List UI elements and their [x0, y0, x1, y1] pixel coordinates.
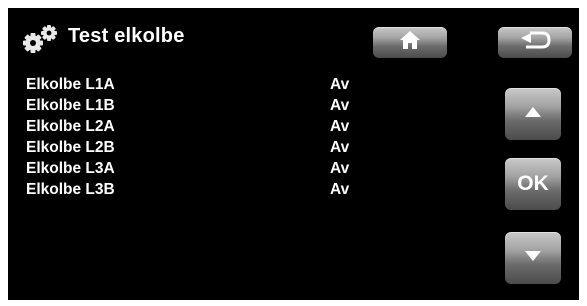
- list-item[interactable]: Elkolbe L2B Av: [26, 137, 366, 158]
- screen: Test elkolbe Elkolbe L1A Av Elkolbe L1B …: [8, 8, 579, 300]
- list-item[interactable]: Elkolbe L3A Av: [26, 158, 366, 179]
- item-value: Av: [330, 76, 350, 93]
- item-label: Elkolbe L2A: [26, 118, 115, 135]
- item-label: Elkolbe L1B: [26, 97, 115, 114]
- item-value: Av: [330, 181, 350, 198]
- test-list: Elkolbe L1A Av Elkolbe L1B Av Elkolbe L2…: [26, 74, 366, 200]
- page-title: Test elkolbe: [68, 25, 185, 47]
- item-label: Elkolbe L3A: [26, 160, 115, 177]
- ok-button[interactable]: OK: [505, 158, 561, 210]
- item-label: Elkolbe L2B: [26, 139, 115, 156]
- list-item[interactable]: Elkolbe L1A Av: [26, 74, 366, 95]
- item-label: Elkolbe L1A: [26, 76, 115, 93]
- list-item[interactable]: Elkolbe L3B Av: [26, 179, 366, 200]
- home-button[interactable]: [373, 27, 447, 58]
- home-icon: [399, 30, 421, 55]
- back-arrow-icon: [518, 30, 552, 55]
- item-label: Elkolbe L3B: [26, 181, 115, 198]
- arrow-down-icon: [524, 249, 542, 267]
- scroll-up-button[interactable]: [505, 88, 561, 140]
- scroll-down-button[interactable]: [505, 232, 561, 284]
- back-button[interactable]: [498, 27, 572, 58]
- item-value: Av: [330, 97, 350, 114]
- list-item[interactable]: Elkolbe L1B Av: [26, 95, 366, 116]
- gears-icon: [16, 22, 62, 56]
- arrow-up-icon: [524, 105, 542, 123]
- item-value: Av: [330, 139, 350, 156]
- list-item[interactable]: Elkolbe L2A Av: [26, 116, 366, 137]
- item-value: Av: [330, 160, 350, 177]
- ok-label: OK: [517, 172, 549, 195]
- item-value: Av: [330, 118, 350, 135]
